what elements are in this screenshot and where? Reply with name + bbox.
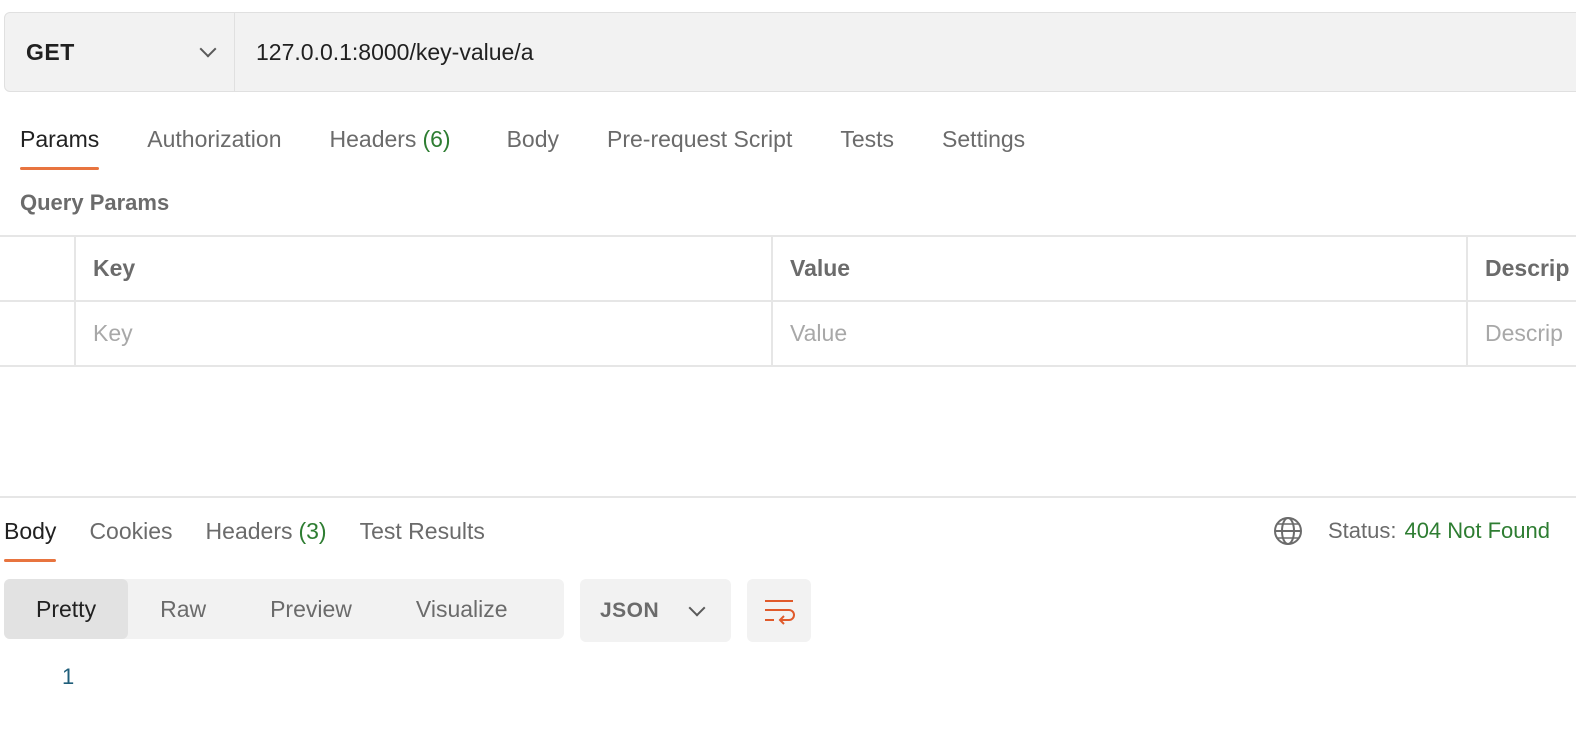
status-label: Status:	[1327, 518, 1397, 543]
view-preview-button[interactable]: Preview	[238, 579, 384, 639]
response-divider[interactable]	[0, 496, 1576, 498]
response-tab-body-label: Body	[4, 518, 57, 544]
chevron-down-icon	[688, 599, 706, 616]
view-visualize-button[interactable]: Visualize	[384, 579, 540, 639]
response-status: Status: 404 Not Found	[1272, 514, 1550, 548]
response-tab-cookies-label: Cookies	[89, 518, 173, 544]
url-input[interactable]	[235, 13, 1576, 91]
wrap-lines-icon	[765, 599, 795, 625]
wrap-lines-button[interactable]	[747, 579, 811, 642]
key-input[interactable]: Key	[76, 302, 773, 365]
tab-body-label: Body	[506, 126, 559, 152]
request-url-bar: GET	[4, 12, 1576, 92]
response-tab-headers[interactable]: Headers (3)	[206, 514, 327, 564]
tab-settings-label: Settings	[942, 126, 1026, 152]
tab-tests[interactable]: Tests	[840, 122, 894, 172]
table-row: Key Value Descrip	[0, 302, 1576, 367]
code-line-number: 1	[62, 664, 75, 689]
response-tab-test-results[interactable]: Test Results	[360, 514, 485, 564]
description-input[interactable]: Descrip	[1468, 302, 1576, 365]
response-headers-count-badge: (3)	[298, 518, 327, 544]
tab-pre-request-script[interactable]: Pre-request Script	[607, 122, 792, 172]
response-view-modes: Pretty Raw Preview Visualize	[4, 579, 564, 639]
tab-headers[interactable]: Headers (6)	[330, 122, 451, 172]
tab-authorization[interactable]: Authorization	[147, 122, 281, 172]
tab-params-label: Params	[20, 126, 100, 152]
globe-icon[interactable]	[1272, 515, 1304, 547]
value-column-header: Value	[773, 237, 1468, 300]
response-tabs: Body Cookies Headers (3) Test Results	[4, 514, 518, 564]
status-badge[interactable]: 404 Not Found	[1404, 518, 1550, 544]
format-label: JSON	[600, 598, 660, 622]
view-pretty-button[interactable]: Pretty	[4, 579, 129, 639]
query-params-title: Query Params	[20, 190, 170, 215]
description-column-header: Descrip	[1485, 255, 1570, 281]
tab-pre-request-script-label: Pre-request Script	[607, 126, 793, 152]
table-header-row: Key Value Descrip	[0, 237, 1576, 302]
method-label: GET	[26, 38, 75, 65]
response-tab-headers-label: Headers	[205, 518, 293, 544]
chevron-down-icon	[199, 40, 217, 58]
response-tab-test-results-label: Test Results	[359, 518, 485, 544]
response-tab-body[interactable]: Body	[4, 514, 57, 564]
tab-params[interactable]: Params	[20, 122, 100, 172]
request-tabs: Params Authorization Headers (6) Body Pre…	[20, 122, 1073, 172]
row-checkbox-cell	[0, 302, 76, 365]
format-select[interactable]: JSON	[580, 579, 731, 642]
response-tab-cookies[interactable]: Cookies	[89, 514, 172, 564]
tab-authorization-label: Authorization	[147, 126, 282, 152]
value-input[interactable]: Value	[773, 302, 1468, 365]
tab-headers-label: Headers	[329, 126, 417, 152]
query-params-table: Key Value Descrip Key Value Descrip	[0, 235, 1576, 367]
tab-body[interactable]: Body	[507, 122, 559, 172]
key-column-header: Key	[76, 237, 773, 300]
tab-tests-label: Tests	[840, 126, 895, 152]
checkbox-column-header	[0, 237, 76, 300]
method-select[interactable]: GET	[5, 13, 235, 91]
tab-settings[interactable]: Settings	[942, 122, 1025, 172]
view-raw-button[interactable]: Raw	[128, 579, 238, 639]
headers-count-badge: (6)	[422, 126, 451, 152]
